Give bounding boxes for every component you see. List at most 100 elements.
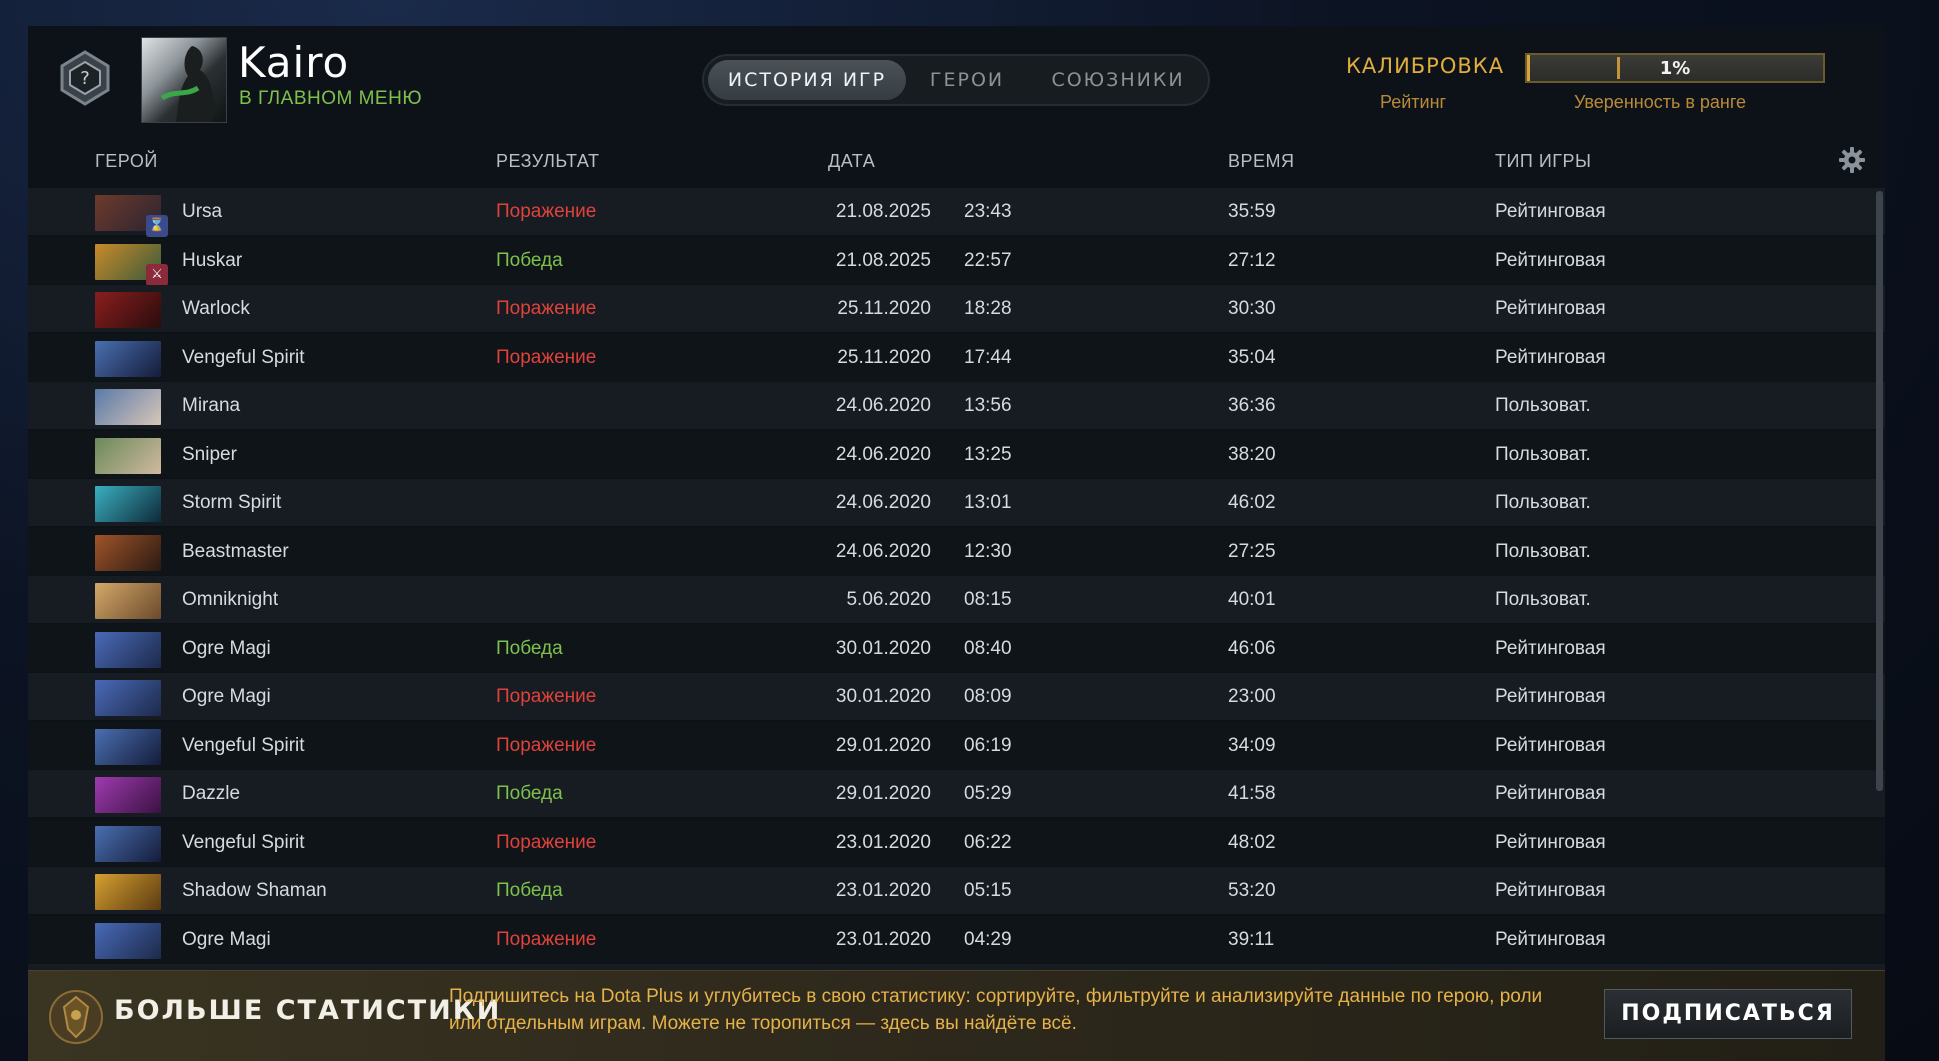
game-type: Пользоват.	[1495, 395, 1591, 416]
match-time: 17:44	[964, 347, 1012, 368]
hero-name: Sniper	[182, 444, 237, 465]
hero-portrait[interactable]	[95, 535, 161, 571]
player-avatar[interactable]	[141, 37, 227, 123]
match-duration: 27:12	[1228, 250, 1276, 271]
hero-portrait[interactable]	[95, 292, 161, 328]
tab-match-history[interactable]: ИСТОРИЯ ИГР	[708, 60, 906, 100]
match-result: Поражение	[496, 201, 597, 222]
hero-portrait[interactable]	[95, 583, 161, 619]
hero-name: Mirana	[182, 395, 241, 416]
game-type: Рейтинговая	[1495, 201, 1606, 222]
match-date: 24.06.2020	[835, 492, 931, 513]
match-row[interactable]: Dazzle Победа 29.01.2020 05:29 41:58 Рейтинго…	[28, 770, 1885, 817]
match-row[interactable]: Ogre Magi Победа 30.01.2020 08:40 46:06 Рейти…	[28, 625, 1885, 672]
match-duration: 39:11	[1228, 929, 1275, 950]
hero-portrait[interactable]	[95, 729, 161, 765]
match-date: 25.11.2020	[837, 347, 931, 368]
game-type: Рейтинговая	[1495, 783, 1606, 804]
hero-name: Ogre Magi	[182, 686, 271, 707]
match-date: 29.01.2020	[835, 783, 931, 804]
rank-confidence-label: Уверенность в ранге	[1574, 92, 1747, 112]
game-type: Рейтинговая	[1495, 880, 1606, 901]
match-date: 30.01.2020	[835, 638, 931, 659]
tab-allies[interactable]: СОЮЗНИКИ	[1034, 60, 1202, 100]
match-duration: 35:04	[1228, 347, 1276, 368]
match-row[interactable]: Warlock Поражение 25.11.2020 18:28 30:30 Рейт…	[28, 285, 1885, 332]
game-type: Пользоват.	[1495, 492, 1591, 513]
match-result: Поражение	[496, 686, 597, 707]
match-result: Поражение	[496, 832, 597, 853]
match-row[interactable]: Vengeful Spirit Поражение 23.01.2020 06:22 4…	[28, 819, 1885, 866]
hero-portrait[interactable]	[95, 341, 161, 377]
game-type: Рейтинговая	[1495, 638, 1606, 659]
rating-label: Рейтинг	[1380, 92, 1447, 112]
match-row[interactable]: Vengeful Spirit Поражение 25.11.2020 17:44 3…	[28, 334, 1885, 381]
match-duration: 36:36	[1228, 395, 1276, 416]
match-time: 12:30	[964, 541, 1012, 562]
match-duration: 53:20	[1228, 880, 1276, 901]
match-row[interactable]: ⚔ Huskar Победа 21.08.2025 22:57 27:12 Рейтинг…	[28, 237, 1885, 286]
hero-portrait[interactable]	[95, 486, 161, 522]
match-time: 06:19	[964, 735, 1012, 756]
match-row[interactable]: Vengeful Spirit Поражение 29.01.2020 06:19 3…	[28, 722, 1885, 769]
hero-portrait[interactable]	[95, 438, 161, 474]
sword-icon: ⚔	[146, 264, 168, 286]
match-duration: 34:09	[1228, 735, 1276, 756]
hero-name: Omniknight	[182, 589, 279, 610]
match-date: 24.06.2020	[835, 444, 931, 465]
match-row[interactable]: Mirana 24.06.2020 13:56 36:36 Пользоват.	[28, 382, 1885, 429]
match-row[interactable]: Beastmaster 24.06.2020 12:30 27:25 Пользоват…	[28, 528, 1885, 575]
hero-name: Ogre Magi	[182, 929, 271, 950]
match-row[interactable]: Storm Spirit 24.06.2020 13:01 46:02 Пользова…	[28, 479, 1885, 526]
match-row[interactable]: ⌛ Ursa Поражение 21.08.2025 23:43 35:59 Рейтин…	[28, 188, 1885, 237]
hero-name: Dazzle	[182, 783, 241, 804]
rank-unknown-icon[interactable]: ?	[58, 48, 112, 108]
game-type: Рейтинговая	[1495, 832, 1606, 853]
match-time: 22:57	[964, 250, 1012, 271]
game-type: Рейтинговая	[1495, 347, 1606, 368]
game-type: Рейтинговая	[1495, 735, 1606, 756]
dota-plus-emblem-icon	[49, 990, 103, 1044]
gear-icon[interactable]	[1838, 146, 1866, 174]
match-time: 04:29	[964, 929, 1012, 950]
match-date: 5.06.2020	[846, 589, 931, 610]
column-header-duration[interactable]: ВРЕМЯ	[1228, 151, 1295, 172]
match-row[interactable]: Omniknight 5.06.2020 08:15 40:01 Пользоват.	[28, 576, 1885, 623]
hero-name: Vengeful Spirit	[182, 735, 305, 756]
hero-portrait[interactable]	[95, 389, 161, 425]
match-list: ⌛ Ursa Поражение 21.08.2025 23:43 35:59 Рейтин…	[28, 188, 1885, 996]
subscribe-button[interactable]: ПОДПИСАТЬСЯ	[1604, 989, 1852, 1039]
match-date: 21.08.2025	[835, 201, 931, 222]
tab-heroes[interactable]: ГЕРОИ	[912, 60, 1022, 100]
match-row[interactable]: Ogre Magi Поражение 30.01.2020 08:09 23:00 Ре…	[28, 673, 1885, 720]
column-header-hero[interactable]: ГЕРОЙ	[95, 151, 158, 172]
match-date: 24.06.2020	[835, 395, 931, 416]
match-time: 13:01	[964, 492, 1012, 513]
hero-portrait[interactable]	[95, 826, 161, 862]
match-time: 05:15	[964, 880, 1012, 901]
match-row[interactable]: Ogre Magi Поражение 23.01.2020 04:29 39:11 Ре…	[28, 916, 1885, 963]
match-row[interactable]: Shadow Shaman Победа 23.01.2020 05:15 53:20 Р…	[28, 867, 1885, 914]
game-type: Пользоват.	[1495, 541, 1591, 562]
match-duration: 40:01	[1228, 589, 1276, 610]
hero-portrait[interactable]	[95, 777, 161, 813]
column-header-result[interactable]: РЕЗУЛЬТАТ	[496, 151, 599, 172]
scrollbar[interactable]	[1876, 191, 1883, 791]
hero-name: Warlock	[182, 298, 250, 319]
column-header-date[interactable]: ДАТА	[828, 151, 875, 172]
match-date: 23.01.2020	[835, 880, 931, 901]
hero-name: Beastmaster	[182, 541, 289, 562]
hero-portrait[interactable]	[95, 923, 161, 959]
column-header-game-type[interactable]: ТИП ИГРЫ	[1495, 151, 1592, 172]
dota-plus-promo: БОЛЬШЕ СТАТИСТИКИ Подпишитесь на Dota Pl…	[28, 970, 1885, 1061]
hero-portrait[interactable]	[95, 874, 161, 910]
match-row[interactable]: Sniper 24.06.2020 13:25 38:20 Пользоват.	[28, 431, 1885, 478]
hero-portrait[interactable]	[95, 632, 161, 668]
player-name[interactable]: Kairo	[238, 38, 349, 87]
hero-name: Storm Spirit	[182, 492, 282, 513]
match-date: 21.08.2025	[835, 250, 931, 271]
match-date: 24.06.2020	[835, 541, 931, 562]
promo-description: Подпишитесь на Dota Plus и углубитесь в …	[449, 986, 1543, 1034]
hero-portrait[interactable]	[95, 680, 161, 716]
hero-name: Vengeful Spirit	[182, 832, 305, 853]
